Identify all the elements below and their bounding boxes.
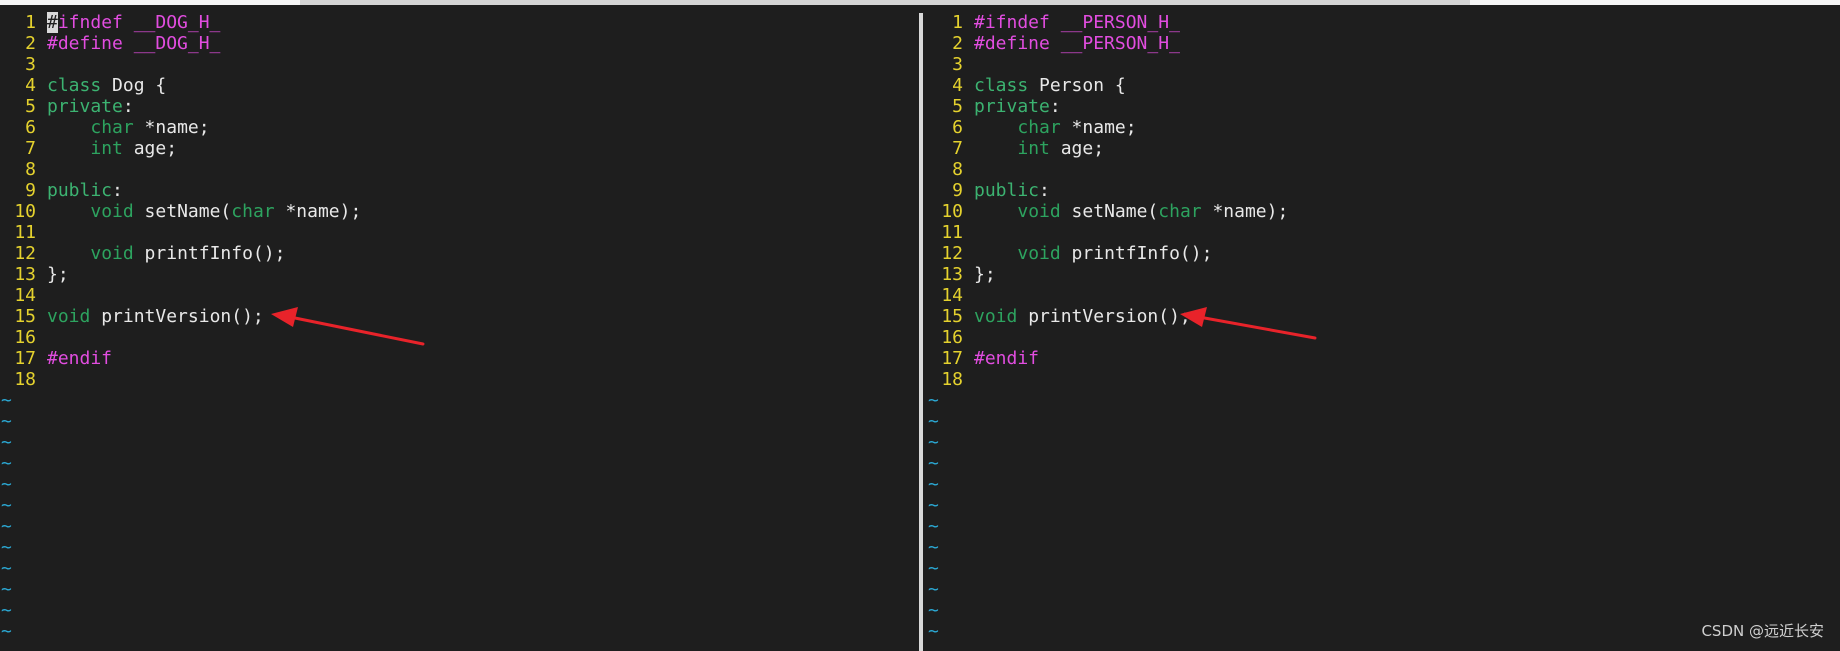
editor-pane-right[interactable]: 1 #ifndef __PERSON_H_ 2 #define __PERSON_H_… — [927, 5, 1840, 651]
red-arrow-icon — [271, 307, 425, 346]
red-arrow-icon — [1180, 307, 1317, 340]
editor-pane-left[interactable]: 1 #ifndef __DOG_H_ 2 #define __DOG_H_ 3 4 clas… — [0, 5, 915, 651]
watermark: CSDN @远近长安 — [1701, 622, 1824, 640]
split-divider-bar[interactable] — [919, 13, 923, 651]
vertical-split-separator[interactable] — [915, 5, 927, 651]
